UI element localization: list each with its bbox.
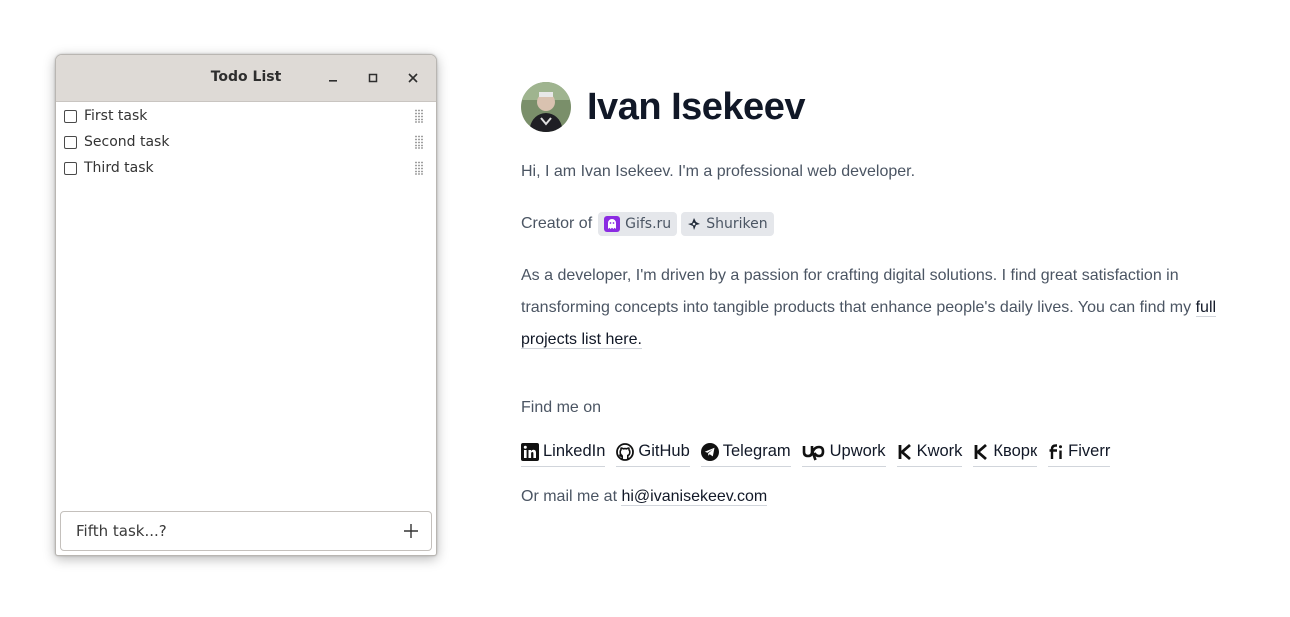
social-label: GitHub: [638, 442, 690, 460]
close-icon: [408, 73, 418, 83]
social-link-kwork-ru[interactable]: Кворк: [973, 438, 1038, 467]
add-task-button[interactable]: [391, 513, 431, 549]
task-label: First task: [84, 108, 148, 124]
social-label: Telegram: [722, 442, 791, 460]
project-chip-label: Gifs.ru: [625, 216, 672, 232]
social-label: LinkedIn: [543, 442, 606, 460]
close-button[interactable]: [402, 67, 424, 89]
email-link[interactable]: hi@ivanisekeev.com: [621, 488, 768, 506]
new-task-entry: [60, 511, 432, 551]
project-chip-shuriken[interactable]: Shuriken: [681, 212, 774, 236]
social-link-linkedin[interactable]: LinkedIn: [521, 438, 606, 467]
todo-window: Todo List First task Second task Third t…: [55, 54, 437, 556]
task-label: Third task: [84, 160, 154, 176]
creator-prefix: Creator of: [521, 215, 593, 232]
profile-header: Ivan Isekeev: [521, 82, 1241, 132]
about-text: As a developer, I'm driven by a passion …: [521, 260, 1241, 356]
avatar: [521, 82, 571, 132]
task-label: Second task: [84, 134, 170, 150]
upwork-icon: [802, 445, 824, 460]
about-paragraph: As a developer, I'm driven by a passion …: [521, 267, 1192, 316]
github-icon: [616, 442, 635, 461]
social-link-telegram[interactable]: Telegram: [700, 438, 791, 467]
creator-line: Creator of Gifs.ru Shuriken: [521, 208, 774, 240]
telegram-icon: [700, 442, 719, 461]
minimize-button[interactable]: [322, 67, 344, 89]
mail-prefix: Or mail me at: [521, 488, 618, 505]
social-link-kwork[interactable]: Kwork: [896, 438, 963, 467]
social-link-fiverr[interactable]: Fiverr: [1048, 438, 1111, 467]
linkedin-icon: [521, 442, 539, 461]
window-titlebar[interactable]: Todo List: [56, 55, 436, 102]
task-item: First task: [56, 103, 436, 129]
kwork-icon: [898, 443, 911, 460]
social-label: Кворк: [993, 442, 1038, 460]
mail-line: Or mail me at hi@ivanisekeev.com: [521, 481, 768, 513]
drag-handle-icon[interactable]: [414, 161, 424, 175]
profile-section: Ivan Isekeev Hi, I am Ivan Isekeev. I'm …: [521, 82, 1241, 506]
minimize-icon: [329, 80, 337, 82]
drag-handle-icon[interactable]: [414, 109, 424, 123]
profile-name: Ivan Isekeev: [587, 85, 805, 128]
social-label: Upwork: [829, 442, 886, 460]
social-link-upwork[interactable]: Upwork: [801, 438, 886, 467]
task-item: Second task: [56, 129, 436, 155]
kwork-icon: [975, 443, 988, 460]
drag-handle-icon[interactable]: [414, 135, 424, 149]
maximize-button[interactable]: [362, 67, 384, 89]
social-label: Fiverr: [1068, 442, 1111, 460]
maximize-icon: [368, 73, 378, 83]
plus-icon: [404, 524, 418, 538]
social-link-github[interactable]: GitHub: [616, 438, 690, 467]
intro-text: Hi, I am Ivan Isekeev. I'm a professiona…: [521, 163, 916, 180]
task-item: Third task: [56, 155, 436, 181]
project-chip-label: Shuriken: [706, 216, 768, 232]
task-checkbox[interactable]: [64, 161, 77, 175]
social-label: Kwork: [916, 442, 963, 460]
social-links: LinkedIn GitHub Telegram Upwork Kwork Кв…: [521, 437, 1121, 467]
task-list: First task Second task Third task: [56, 103, 436, 181]
task-checkbox[interactable]: [64, 135, 77, 149]
project-chip-gifs[interactable]: Gifs.ru: [598, 212, 678, 236]
find-me-heading: Find me on: [521, 399, 602, 416]
task-checkbox[interactable]: [64, 109, 77, 123]
shuriken-icon: [688, 218, 701, 230]
fiverr-icon: [1049, 443, 1063, 459]
gifs-ghost-icon: [604, 216, 621, 232]
new-task-input[interactable]: [61, 515, 391, 547]
